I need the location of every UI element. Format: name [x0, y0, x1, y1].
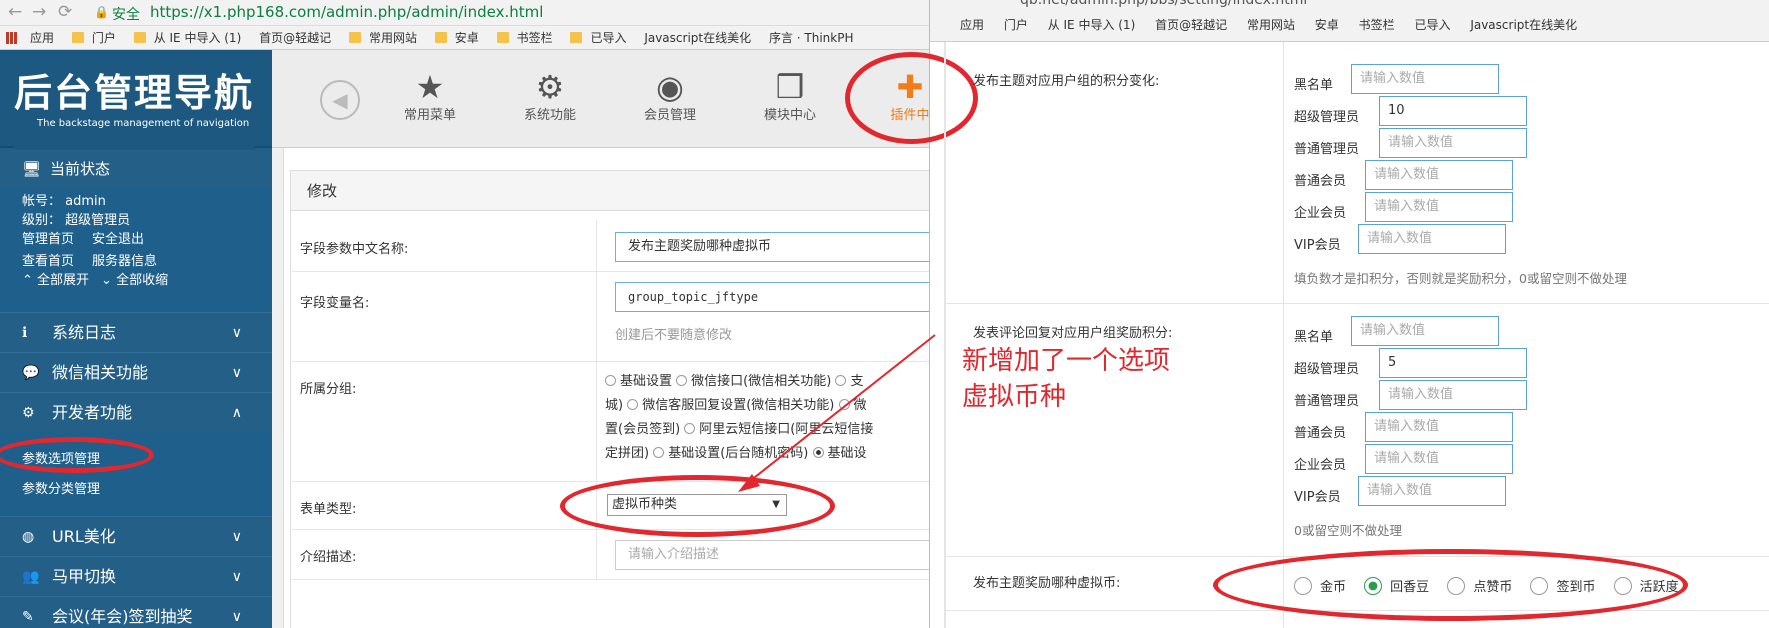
arrow-line: [744, 334, 936, 486]
annotation-arrow: [738, 334, 936, 492]
